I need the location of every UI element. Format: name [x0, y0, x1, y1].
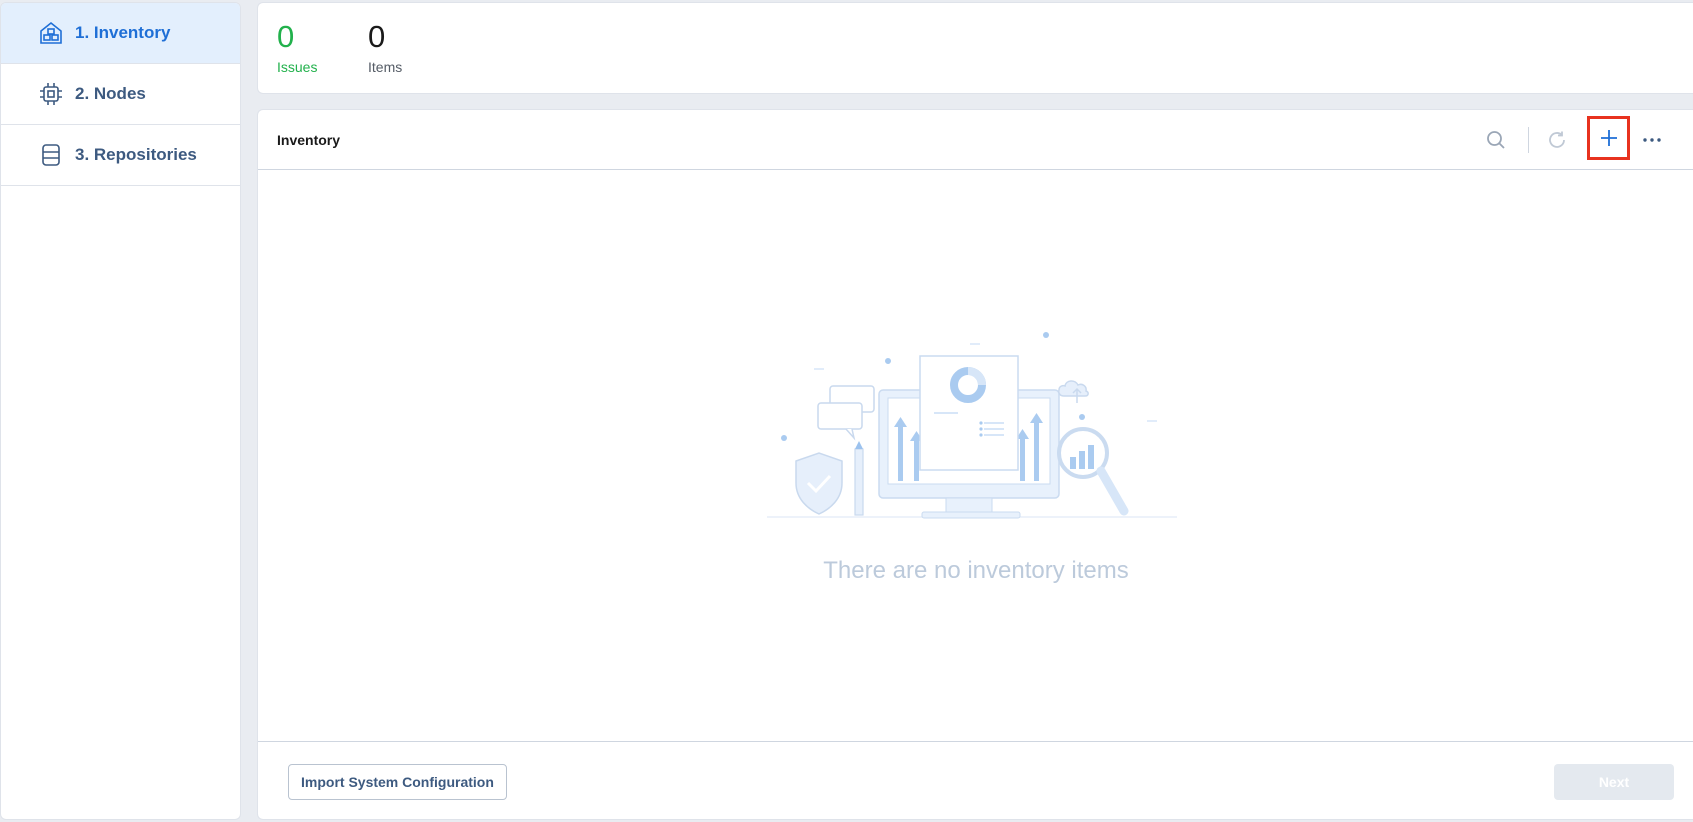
- sidebar: 1. Inventory 2. Nodes 3. Repositories: [0, 2, 241, 820]
- search-icon: [1487, 131, 1505, 149]
- issues-label: Issues: [277, 59, 318, 75]
- items-label: Items: [368, 59, 403, 75]
- panel-header: Inventory: [258, 110, 1693, 170]
- sidebar-item-repositories[interactable]: 3. Repositories: [1, 125, 240, 186]
- sidebar-item-label: 1. Inventory: [75, 23, 171, 42]
- empty-state: There are no inventory items: [258, 170, 1693, 741]
- toolbar-divider: [1528, 127, 1529, 153]
- search-button[interactable]: [1480, 124, 1512, 156]
- add-button[interactable]: [1587, 116, 1630, 160]
- refresh-icon: [1549, 131, 1565, 148]
- items-count: 0: [368, 19, 386, 54]
- issues-count: 0: [277, 19, 295, 54]
- more-options-button[interactable]: [1636, 124, 1668, 156]
- stats-bar: 0 Issues 0 Items: [257, 2, 1693, 94]
- next-button[interactable]: Next: [1554, 764, 1674, 800]
- chip-icon: [37, 80, 65, 108]
- panel-footer: Import System Configuration Next: [258, 741, 1693, 821]
- refresh-button[interactable]: [1541, 124, 1573, 156]
- sidebar-item-nodes[interactable]: 2. Nodes: [1, 64, 240, 125]
- sidebar-item-label: 2. Nodes: [75, 84, 146, 103]
- more-icon: [1643, 138, 1661, 142]
- empty-message: There are no inventory items: [823, 557, 1129, 584]
- database-icon: [37, 141, 65, 169]
- inventory-panel: Inventory There are no inventory items I…: [257, 109, 1693, 820]
- import-system-configuration-button[interactable]: Import System Configuration: [288, 764, 507, 800]
- panel-title: Inventory: [277, 132, 341, 148]
- empty-inventory-illustration: [767, 332, 1177, 519]
- issues-stat[interactable]: 0 Issues: [277, 19, 317, 75]
- sidebar-item-inventory[interactable]: 1. Inventory: [1, 3, 240, 64]
- inventory-icon: [37, 19, 65, 47]
- sidebar-item-label: 3. Repositories: [75, 145, 197, 164]
- items-stat[interactable]: 0 Items: [368, 19, 402, 75]
- plus-icon: [1600, 130, 1617, 146]
